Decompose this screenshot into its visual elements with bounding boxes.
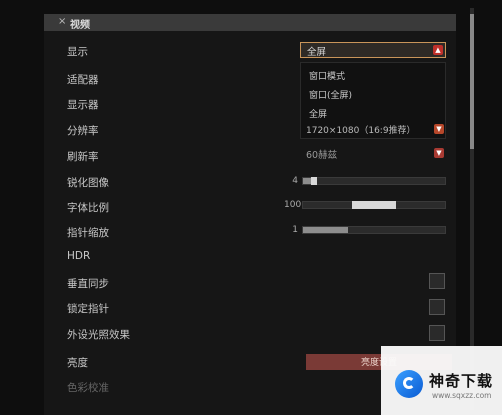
refresh-rate-value: 60赫兹 (306, 150, 338, 161)
lock-pointer-checkbox[interactable] (429, 299, 445, 315)
label-lock-pointer: 锁定指针 (67, 303, 109, 315)
label-pointer-scale: 指针缩放 (67, 227, 109, 239)
label-resolution: 分辨率 (67, 125, 99, 137)
watermark-name: 神奇下载 (429, 372, 494, 390)
label-font-scale: 字体比例 (67, 202, 109, 214)
watermark-url: www.sqxzz.com (432, 391, 492, 400)
label-hdr: HDR (67, 250, 91, 262)
font-scale-value: 100 (284, 200, 302, 210)
watermark: 神奇下载 www.sqxzz.com (381, 346, 502, 415)
sharpen-slider[interactable] (302, 177, 446, 185)
label-refresh-rate: 刷新率 (67, 151, 99, 163)
label-color-calibration: 色彩校准 (67, 382, 109, 394)
label-sharpen: 锐化图像 (67, 177, 109, 189)
sharpen-slider-thumb[interactable] (311, 177, 317, 185)
sharpen-value: 4 (292, 176, 298, 186)
label-monitor: 显示器 (67, 99, 99, 111)
label-display: 显示 (67, 46, 88, 58)
chevron-down-icon: ▼ (434, 124, 444, 134)
menu-option-windowed[interactable]: 窗口模式 (309, 69, 345, 82)
close-icon[interactable]: × (58, 16, 66, 27)
logo-icon (395, 370, 423, 398)
label-adapter: 适配器 (67, 74, 99, 86)
font-scale-slider-thumb[interactable] (352, 201, 396, 209)
label-vsync: 垂直同步 (67, 278, 109, 290)
panel-header: × 视频 (44, 14, 456, 31)
pointer-scale-slider[interactable] (302, 226, 446, 234)
label-brightness: 亮度 (67, 357, 88, 369)
panel-title: 视频 (70, 20, 90, 31)
label-peripheral-lighting: 外设光照效果 (67, 329, 130, 341)
chevron-down-icon: ▼ (434, 148, 444, 158)
vsync-checkbox[interactable] (429, 273, 445, 289)
pointer-scale-value: 1 (292, 225, 298, 235)
display-mode-dropdown[interactable]: 全屏 ▲ (300, 42, 446, 58)
font-scale-slider[interactable] (302, 201, 446, 209)
resolution-value: 1720×1080（16:9推荐） (306, 126, 416, 136)
refresh-rate-dropdown[interactable]: 60赫兹 ▼ (300, 146, 446, 162)
menu-option-borderless[interactable]: 窗口(全屏) (309, 88, 352, 101)
scrollbar-thumb[interactable] (470, 14, 474, 149)
pointer-scale-slider-fill (303, 227, 348, 233)
peripheral-lighting-checkbox[interactable] (429, 325, 445, 341)
menu-option-fullscreen[interactable]: 全屏 (309, 107, 327, 120)
resolution-dropdown[interactable]: 1720×1080（16:9推荐） ▼ (304, 121, 446, 137)
display-mode-value: 全屏 (307, 47, 327, 58)
chevron-up-icon: ▲ (433, 45, 443, 55)
